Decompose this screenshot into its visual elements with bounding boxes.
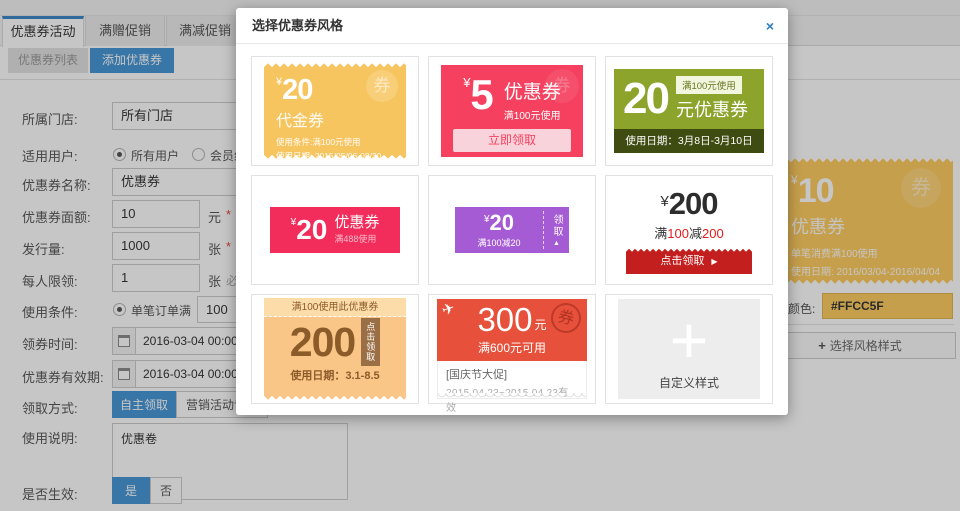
amount: 20 [623, 77, 668, 121]
condition-text: 减 [689, 226, 702, 241]
triangle-right-icon: ▶ [711, 257, 717, 266]
custom-style-label: 自定义样式 [618, 374, 760, 391]
coupon-style-modal: 选择优惠券风格 × ¥20 代金券 使用条件:满100元使用 使用日期: 201… [236, 8, 788, 415]
coupon-style-card-5[interactable]: ¥20 满100减20 领取 ▲ [428, 175, 596, 285]
coupon-badge-icon: 券 [366, 70, 398, 102]
modal-body: ¥20 代金券 使用条件:满100元使用 使用日期: 2015/05/06-08… [236, 44, 788, 416]
amount: 300 [477, 304, 532, 335]
coupon-style-6: ¥200 满100减200 点击领取▶ [626, 186, 752, 274]
event-name: [国庆节大促] [446, 366, 578, 382]
condition: 满600元可用 [478, 339, 546, 356]
coupon-style-card-2[interactable]: ¥5 优惠券 满100元使用 立即领取 券 [428, 56, 596, 166]
plus-icon: + [670, 314, 709, 367]
amount: 200 [290, 322, 355, 363]
coupon-style-2: ¥5 优惠券 满100元使用 立即领取 券 [441, 65, 583, 157]
serrated-edge [264, 153, 406, 159]
date: 使用日期：3.1-8.5 [264, 367, 406, 383]
coupon-style-3: 20 满100元使用 元优惠券 使用日期：3月8日-3月10日 [614, 69, 764, 153]
coupon-style-5: ¥20 满100减20 领取 ▲ [455, 207, 569, 253]
wavy-edge [438, 393, 586, 399]
coupon-style-card-custom[interactable]: + 自定义样式 [605, 294, 773, 404]
serrated-edge [626, 249, 752, 253]
condition-header: 满100使用此优惠券 [264, 298, 406, 317]
condition: 使用条件:满100元使用 [276, 136, 394, 148]
date-bar: 使用日期：3月8日-3月10日 [614, 129, 764, 153]
claim-label: 领取 [549, 214, 564, 238]
close-icon[interactable]: × [766, 8, 774, 44]
unit: 元 [535, 316, 547, 333]
amount: 5 [470, 71, 493, 118]
coupon-badge-icon: 券 [545, 69, 579, 103]
condition-value: 200 [702, 226, 724, 241]
amount: 20 [282, 74, 312, 106]
claim-bar: 点击领取 ▶ [626, 249, 752, 274]
custom-style-tile: + 自定义样式 [618, 299, 760, 399]
modal-header: 选择优惠券风格 × [236, 8, 788, 44]
coupon-title: 优惠券 [334, 215, 379, 232]
claim-tag: 点击领取 [361, 318, 380, 366]
coupon-stamp-icon: 券 [548, 300, 584, 336]
serrated-edge [264, 63, 406, 69]
coupon-style-8: ✈ 券 300 元 满600元可用 [国庆节大促] 2015.04.23~201… [437, 299, 587, 399]
coupon-style-card-6[interactable]: ¥200 满100减200 点击领取▶ [605, 175, 773, 285]
amount: 200 [669, 186, 718, 221]
coupon-style-7: 满100使用此优惠券 200 点击领取 使用日期：3.1-8.5 [264, 298, 406, 400]
coupon-style-card-4[interactable]: ¥20 优惠券 满488使用 [251, 175, 419, 285]
triangle-up-icon: ▲ [553, 240, 560, 247]
amount: 20 [296, 214, 327, 245]
claim-button: 立即领取 [453, 129, 571, 152]
modal-title: 选择优惠券风格 [236, 8, 788, 44]
claim-label: 点击领取 [660, 255, 704, 267]
condition-tag: 满100元使用 [676, 76, 742, 94]
currency-symbol: ¥ [660, 193, 668, 210]
coupon-style-4: ¥20 优惠券 满488使用 [270, 207, 400, 253]
amount: 20 [490, 210, 514, 235]
coupon-style-card-3[interactable]: 20 满100元使用 元优惠券 使用日期：3月8日-3月10日 [605, 56, 773, 166]
coupon-style-1: ¥20 代金券 使用条件:满100元使用 使用日期: 2015/05/06-08… [264, 63, 406, 159]
paper-plane-icon: ✈ [440, 298, 458, 319]
condition: 满488使用 [334, 232, 379, 245]
condition-value: 100 [667, 226, 689, 241]
coupon-style-card-7[interactable]: 满100使用此优惠券 200 点击领取 使用日期：3.1-8.5 [251, 294, 419, 404]
serrated-edge [264, 394, 406, 400]
validity: 2015.04.23~2015.04.23有效 [446, 384, 578, 414]
coupon-style-card-8[interactable]: ✈ 券 300 元 满600元可用 [国庆节大促] 2015.04.23~201… [428, 294, 596, 404]
coupon-name: 代金券 [276, 107, 394, 131]
condition-text: 满 [654, 226, 667, 241]
condition: 满100元使用 [504, 107, 561, 122]
condition: 满100减20 [477, 236, 520, 249]
coupon-style-card-1[interactable]: ¥20 代金券 使用条件:满100元使用 使用日期: 2015/05/06-08… [251, 56, 419, 166]
coupon-title: 元优惠券 [676, 96, 748, 122]
